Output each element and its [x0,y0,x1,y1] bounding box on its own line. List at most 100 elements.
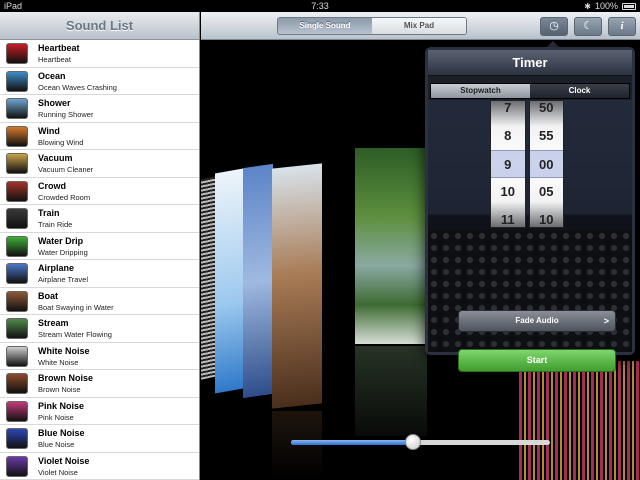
bluetooth-icon: ✱ [584,1,591,11]
single-sound-tab[interactable]: Single Sound [278,18,372,34]
clock-time: 7:33 [311,1,329,11]
sound-name: Crowd [38,180,66,191]
sound-description: Boat Swaying in Water [38,302,114,312]
timer-button[interactable]: ◷ [540,17,568,36]
sound-name: White Noise [38,345,90,356]
list-item[interactable]: Pink Noise Pink Noise [0,398,199,425]
moon-icon: ☾ [583,20,593,32]
status-bar: iPad 7:33 ✱ 100% [0,0,640,12]
sound-thumbnail-icon [6,373,28,394]
hour-option[interactable]: 8 [491,122,525,150]
sound-name: Vacuum [38,153,73,163]
sound-thumbnail-icon [6,70,28,92]
hour-wheel[interactable]: 7 8 9 10 11 [490,100,526,228]
sound-description: White Noise [38,357,79,367]
minute-option[interactable]: 00 [529,150,563,178]
cover-reflection [272,411,322,480]
sound-thumbnail-icon [6,290,28,312]
sound-description: Brown Noise [38,385,81,394]
cover-reflection [355,346,427,436]
list-item[interactable]: Wind Blowing Wind [0,123,199,150]
fade-audio-label: Fade Audio [515,316,559,325]
cover-airplane[interactable] [243,163,273,399]
sound-thumbnail-icon [6,400,28,422]
speaker-grille [428,230,632,352]
time-picker[interactable]: 7 8 9 10 11 50 55 00 05 10 [490,100,564,228]
sound-thumbnail-icon [6,428,28,449]
minute-option[interactable]: 05 [530,178,564,206]
timer-body: 7 8 9 10 11 50 55 00 05 10 Fade Audio > Start [428,100,632,372]
timer-title: Timer [428,50,632,76]
sound-name: Train [38,208,60,218]
minute-wheel[interactable]: 50 55 00 05 10 [528,100,564,228]
sound-thumbnail-icon [6,43,28,64]
main-toolbar: Single Sound Mix Pad ◷ ☾ i [201,12,640,40]
sound-description: Running Shower [38,110,94,119]
cover-boat[interactable] [272,163,322,409]
sound-description: Stream Water Flowing [38,330,112,339]
sound-description: Blowing Wind [38,137,84,147]
sound-name: Blue Noise [38,428,85,438]
hour-option[interactable]: 7 [491,94,525,122]
battery-icon [622,2,636,10]
sound-thumbnail-icon [6,455,28,477]
list-item[interactable]: Crowd Crowded Room [0,178,199,205]
cover-stream[interactable] [355,148,427,344]
mode-segmented-control: Single Sound Mix Pad [277,17,467,35]
list-item[interactable]: White Noise White Noise [0,343,199,370]
sound-thumbnail-icon [6,208,28,229]
sound-name: Stream [38,318,69,328]
cover-noise[interactable] [519,361,640,480]
sound-thumbnail-icon [6,318,28,339]
sound-description: Blue Noise [38,440,75,449]
hour-option[interactable]: 9 [491,150,525,178]
info-icon: i [620,20,624,32]
clock-icon: ◷ [549,20,559,32]
list-item[interactable]: Boat Boat Swaying in Water [0,288,199,315]
hour-option[interactable]: 10 [491,178,525,206]
volume-slider-thumb[interactable] [404,434,421,450]
minute-option[interactable]: 55 [530,122,564,150]
list-item[interactable]: Shower Running Shower [0,95,199,123]
sound-description: Heartbeat [38,55,71,64]
sound-list-panel: Sound List Heartbeat Heartbeat Ocean Ocean … [0,12,200,480]
list-item[interactable]: Blue Noise Blue Noise [0,425,199,453]
sound-name: Water Drip [38,235,84,246]
sound-name: Violet Noise [38,455,90,466]
sound-name: Heartbeat [38,43,80,53]
sound-description: Crowded Room [38,192,91,202]
sound-name: Shower [38,98,71,108]
sound-thumbnail-icon [6,235,28,257]
info-button[interactable]: i [608,17,636,36]
minute-option[interactable]: 50 [530,94,564,122]
volume-slider-fill [291,440,413,445]
sound-thumbnail-icon [6,345,28,367]
list-item[interactable]: Violet Noise Violet Noise [0,453,199,480]
night-mode-button[interactable]: ☾ [574,17,602,36]
sound-description: Airplane Travel [38,275,89,284]
list-item[interactable]: Stream Stream Water Flowing [0,315,199,343]
sound-description: Ocean Waves Crashing [38,82,117,92]
sound-description: Violet Noise [38,467,78,477]
sound-list: Heartbeat Heartbeat Ocean Ocean Waves Crash… [0,40,199,480]
list-item[interactable]: Airplane Airplane Travel [0,260,199,288]
start-button[interactable]: Start [458,349,616,372]
list-item[interactable]: Train Train Ride [0,205,199,233]
list-item[interactable]: Ocean Ocean Waves Crashing [0,68,199,95]
list-item[interactable]: Water Drip Water Dripping [0,233,199,260]
list-item[interactable]: Brown Noise Brown Noise [0,370,199,398]
list-item[interactable]: Heartbeat Heartbeat [0,40,199,68]
sound-name: Pink Noise [38,400,85,411]
fade-audio-button[interactable]: Fade Audio > [458,310,616,332]
list-item[interactable]: Vacuum Vacuum Cleaner [0,150,199,178]
battery-percent: 100% [594,1,618,11]
sound-list-title: Sound List [0,12,199,40]
sound-name: Airplane [38,263,75,273]
sound-description: Pink Noise [38,412,74,422]
sound-name: Brown Noise [38,373,94,383]
cover-ocean[interactable] [215,168,243,394]
mix-pad-tab[interactable]: Mix Pad [372,18,466,34]
volume-slider[interactable] [291,434,550,450]
sound-thumbnail-icon [6,98,28,119]
sound-name: Wind [38,125,60,136]
